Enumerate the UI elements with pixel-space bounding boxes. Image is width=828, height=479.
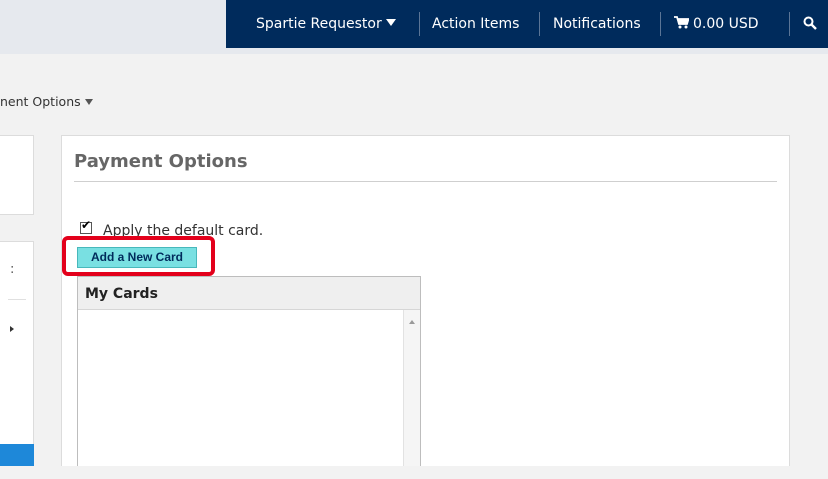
nav-separator [660,12,661,36]
checkmark-icon: ✔ [81,218,92,232]
left-panel-divider [8,299,26,300]
search-icon [803,16,817,30]
action-items-label: Action Items [432,16,520,32]
cart-icon [674,16,690,29]
notifications-label: Notifications [553,16,641,32]
breadcrumb-label: nent Options [0,94,81,109]
caret-down-icon [385,19,396,26]
my-cards-header: My Cards [78,277,420,310]
search-button[interactable] [803,0,817,48]
bottom-strip [0,466,828,479]
scroll-up-icon[interactable] [409,320,415,324]
left-panel-fragment: : [10,262,15,277]
left-panel-top [0,135,34,215]
user-menu-label: Spartie Requestor [256,16,382,32]
action-items-link[interactable]: Action Items [432,0,519,48]
nav-separator [419,12,420,36]
cart-amount: 0.00 USD [693,16,759,32]
default-card-checkbox[interactable]: ✔ [80,218,92,234]
highlight-annotation [62,236,215,276]
nav-separator [539,12,540,36]
page-title: Payment Options [74,151,248,172]
user-menu-button[interactable]: Spartie Requestor [256,0,396,48]
scrollbar[interactable] [403,310,420,479]
arrow-right-icon[interactable] [10,326,14,332]
left-panel-bottom [0,241,34,463]
title-divider [74,181,777,182]
nav-separator [789,12,790,36]
breadcrumb[interactable]: nent Options [0,94,93,109]
cart-button[interactable]: 0.00 USD [674,0,759,48]
triangle-down-icon [84,99,93,105]
my-cards-list: My Cards [77,276,421,479]
notifications-link[interactable]: Notifications [553,0,641,48]
top-navigation: Spartie Requestor Action Items Notificat… [226,0,828,48]
